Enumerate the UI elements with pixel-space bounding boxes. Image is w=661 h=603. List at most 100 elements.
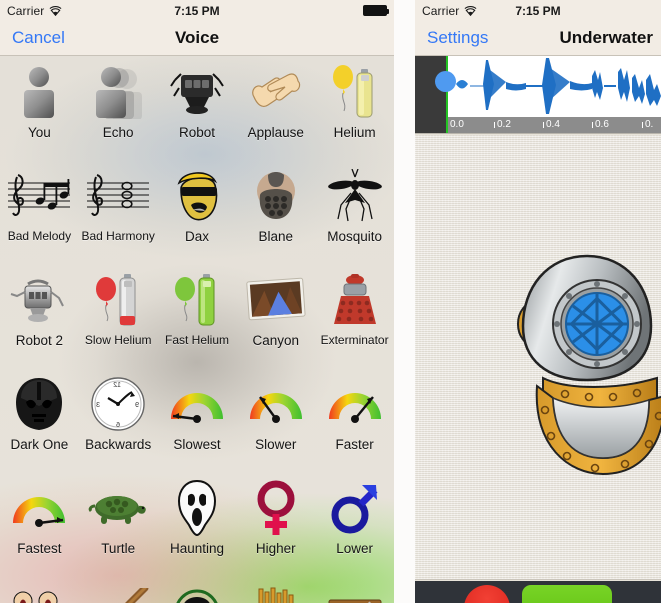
turtle-icon [79, 477, 158, 539]
voice-list-scroll[interactable]: You Echo Robot Applause Helium Bad Melod… [0, 56, 394, 603]
waveform-graph [456, 58, 661, 114]
record-button[interactable] [464, 585, 510, 603]
dax-face-icon [158, 165, 237, 227]
electric-guitar-icon [79, 581, 158, 603]
play-button[interactable] [522, 585, 612, 603]
right-phone-screen: Carrier 7:15 PM Settings Underwater 0.0 … [415, 0, 661, 603]
voice-item-backwards[interactable]: 12 3 6 9 Backwards [79, 368, 158, 472]
ruler-tick: 0. [642, 117, 653, 133]
voice-item-label: Fastest [17, 541, 62, 556]
screen-divider [394, 0, 415, 603]
voice-item-canyon[interactable]: Canyon [236, 264, 315, 368]
wifi-icon [464, 5, 477, 16]
status-right-group [363, 5, 389, 16]
voice-item-turtle[interactable]: Turtle [79, 472, 158, 576]
person-echo-icon [79, 61, 158, 123]
playhead-marker [446, 56, 448, 133]
voice-item-label: Dax [184, 229, 209, 244]
ruler-tick: 0.6 [592, 117, 609, 133]
dual-screenshot: Carrier 7:15 PM Cancel Voice You Echo Ro… [0, 0, 661, 603]
robot-2-icon [0, 269, 79, 331]
dalek-icon [315, 269, 394, 331]
blane-mask-icon [236, 165, 315, 227]
voice-item-label: Slower [255, 437, 297, 452]
dj-headphones-icon [158, 581, 237, 603]
voice-item-slowest[interactable]: Slowest [158, 368, 237, 472]
voice-item-helium[interactable]: Helium [315, 56, 394, 160]
voice-item-robot[interactable]: Robot [158, 56, 237, 160]
voice-item-choir[interactable] [0, 576, 79, 603]
ruler-tick: 0.0 [450, 119, 464, 130]
voice-item-fastest[interactable]: Fastest [0, 472, 79, 576]
voice-item-label: Slowest [173, 437, 221, 452]
voice-item-label: Fast Helium [164, 333, 229, 347]
voice-item-label: Exterminator [320, 333, 389, 347]
voice-item-label: Backwards [85, 437, 152, 452]
bottom-toolbar [415, 581, 661, 603]
choir-icon [0, 581, 79, 603]
robot-head-icon [158, 61, 237, 123]
battery-full-icon [363, 5, 389, 16]
voice-item-label: Dark One [10, 437, 69, 452]
voice-item-label: Bad Harmony [81, 229, 155, 243]
voice-item-label: Canyon [252, 333, 300, 348]
left-nav-bar: Cancel Voice [0, 21, 394, 56]
status-left-group: Carrier [7, 4, 62, 18]
green-balloon-tank-icon [158, 269, 237, 331]
red-balloon-tank-icon [79, 269, 158, 331]
voice-item-label: Slow Helium [84, 333, 152, 347]
voice-item-mosquito[interactable]: Mosquito [315, 160, 394, 264]
voice-item-higher[interactable]: Higher [236, 472, 315, 576]
voice-item-label: Blane [258, 229, 294, 244]
voice-item-haunting[interactable]: Haunting [158, 472, 237, 576]
mosquito-icon [315, 165, 394, 227]
voice-item-echo[interactable]: Echo [79, 56, 158, 160]
voice-item-you[interactable]: You [0, 56, 79, 160]
voice-item-fast-helium[interactable]: Fast Helium [158, 264, 237, 368]
waveform-view[interactable]: 0.0 0.2 0.4 0.6 0. [415, 56, 661, 134]
voice-item-slow-helium[interactable]: Slow Helium [79, 264, 158, 368]
voice-item-label: Robot [178, 125, 215, 140]
voice-grid: You Echo Robot Applause Helium Bad Melod… [0, 56, 394, 603]
dark-helmet-icon [0, 373, 79, 435]
voice-item-bad-melody[interactable]: Bad Melody [0, 160, 79, 264]
right-nav-bar: Settings Underwater [415, 21, 661, 56]
clapping-hands-icon [236, 61, 315, 123]
yellow-balloon-tank-icon [315, 61, 394, 123]
gauge-slower-icon [236, 373, 315, 435]
voice-item-gramophone[interactable] [315, 576, 394, 603]
left-phone-screen: Carrier 7:15 PM Cancel Voice You Echo Ro… [0, 0, 394, 603]
voice-item-guitar[interactable] [79, 576, 158, 603]
voice-item-dax[interactable]: Dax [158, 160, 237, 264]
voice-item-blane[interactable]: Blane [236, 160, 315, 264]
voice-item-exterminator[interactable]: Exterminator [315, 264, 394, 368]
ruler-tick: 0.4 [543, 117, 560, 133]
voice-item-organ[interactable] [236, 576, 315, 603]
voice-item-applause[interactable]: Applause [236, 56, 315, 160]
gauge-fastest-icon [0, 477, 79, 539]
voice-item-label: Lower [336, 541, 373, 556]
artwork-panel [415, 135, 661, 580]
waveform-muted-region [415, 56, 446, 133]
svg-text:9: 9 [135, 402, 139, 409]
voice-item-dj[interactable] [158, 576, 237, 603]
time-ruler: 0.0 0.2 0.4 0.6 0. [446, 117, 661, 133]
cancel-button[interactable]: Cancel [12, 28, 65, 48]
voice-item-label: Higher [255, 541, 296, 556]
selection-handle-icon[interactable] [435, 71, 456, 92]
voice-item-label: Robot 2 [15, 333, 64, 348]
svg-text:6: 6 [116, 422, 120, 429]
voice-item-label: Faster [335, 437, 374, 452]
left-status-bar: Carrier 7:15 PM [0, 0, 394, 21]
svg-text:3: 3 [96, 402, 100, 409]
voice-item-bad-harmony[interactable]: Bad Harmony [79, 160, 158, 264]
voice-item-robot-2[interactable]: Robot 2 [0, 264, 79, 368]
voice-item-lower[interactable]: Lower [315, 472, 394, 576]
voice-item-label: Applause [247, 125, 304, 140]
voice-item-dark-one[interactable]: Dark One [0, 368, 79, 472]
voice-item-slower[interactable]: Slower [236, 368, 315, 472]
settings-back-button[interactable]: Settings [427, 28, 488, 48]
gramophone-icon [315, 581, 394, 603]
ruler-tick: 0.2 [494, 117, 511, 133]
voice-item-faster[interactable]: Faster [315, 368, 394, 472]
